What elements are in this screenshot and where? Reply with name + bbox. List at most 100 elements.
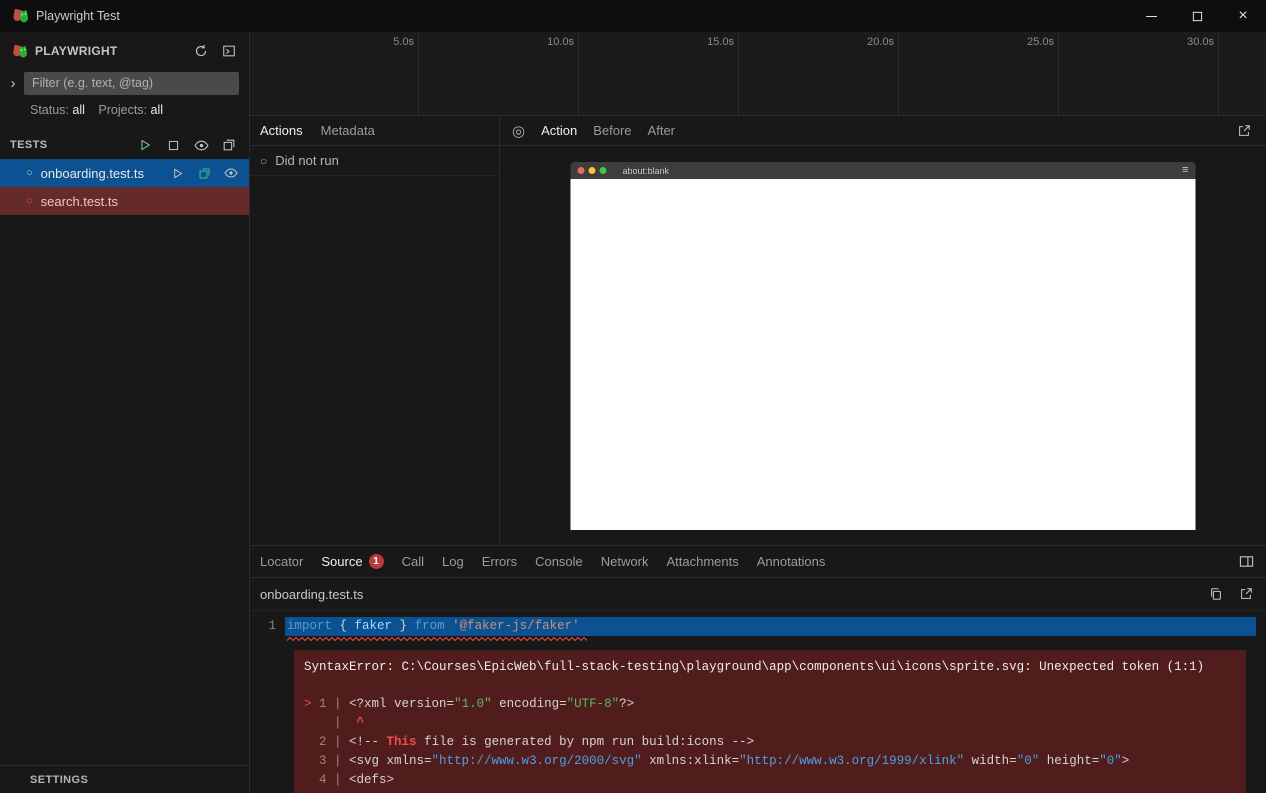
timeline-tick-label: 5.0s	[393, 36, 414, 48]
tab-metadata[interactable]: Metadata	[321, 123, 375, 138]
collapse-all-icon[interactable]	[219, 136, 239, 154]
tab-console[interactable]: Console	[535, 554, 583, 569]
trace-tab-bar: ◎ Action Before After	[500, 116, 1266, 146]
show-source-icon[interactable]	[194, 164, 214, 182]
timeline-segment[interactable]: 25.0s	[899, 32, 1059, 115]
close-icon: ×	[1238, 8, 1247, 24]
tests-section-header: TESTS	[0, 131, 249, 159]
minimize-button[interactable]	[1128, 0, 1174, 32]
test-row-actions	[167, 164, 241, 182]
timeline-tick-label: 20.0s	[867, 36, 894, 48]
tab-label: Errors	[482, 554, 517, 569]
test-row-search.test.ts[interactable]: ○search.test.ts	[0, 187, 249, 215]
error-squiggle-underline	[287, 637, 587, 642]
snapshot-area: about:blank ≡	[500, 146, 1266, 545]
reload-tests-icon[interactable]	[191, 42, 211, 60]
run-test-icon[interactable]	[167, 164, 187, 182]
open-in-editor-icon[interactable]	[1236, 585, 1256, 603]
main-area: 5.0s 10.0s 15.0s 20.0s 25.0s 30.0s Actions Met…	[250, 32, 1266, 793]
run-all-icon[interactable]	[135, 136, 155, 154]
source-error-badge: 1	[369, 554, 384, 569]
error-message: SyntaxError: C:\Courses\EpicWeb\full-sta…	[304, 658, 1236, 677]
tab-label: Locator	[260, 554, 303, 569]
sidebar: PLAYWRIGHT › Status: all Projects: all T…	[0, 32, 250, 793]
toggle-output-icon[interactable]	[219, 42, 239, 60]
filter-status-row: Status: all Projects: all	[0, 96, 249, 125]
playwright-logo-icon	[10, 7, 28, 25]
chevron-right-icon[interactable]: ›	[8, 75, 18, 92]
line-number: 1	[250, 617, 276, 636]
tab-source[interactable]: Source 1	[321, 554, 383, 569]
tab-call[interactable]: Call	[402, 554, 424, 569]
split-view-icon[interactable]	[1236, 553, 1256, 571]
status-circle-icon: ○	[260, 154, 267, 168]
status-value[interactable]: all	[72, 103, 85, 117]
source-view: 1 import { faker } from '@faker-js/faker…	[250, 611, 1266, 793]
error-frame-line: 2 | <!-- This file is generated by npm r…	[304, 733, 1236, 752]
hamburger-menu-icon: ≡	[1182, 165, 1188, 176]
source-file-name: onboarding.test.ts	[260, 587, 1196, 602]
timeline-segment[interactable]: 15.0s	[579, 32, 739, 115]
test-row-onboarding.test.ts[interactable]: ○onboarding.test.ts	[0, 159, 249, 187]
tab-label: Call	[402, 554, 424, 569]
tests-section-title: TESTS	[10, 139, 127, 151]
bottom-tabs: Locator Source 1 Call Log Errors Console Networ…	[260, 554, 825, 569]
close-button[interactable]: ×	[1220, 0, 1266, 32]
snapshot-browser-window: about:blank ≡	[571, 162, 1196, 530]
tab-label: Log	[442, 554, 464, 569]
timeline-segment[interactable]: 5.0s	[250, 32, 419, 115]
settings-section-header[interactable]: SETTINGS	[0, 765, 249, 793]
tab-actions[interactable]: Actions	[260, 123, 303, 138]
watch-all-eye-icon[interactable]	[191, 136, 211, 154]
test-name: onboarding.test.ts	[41, 166, 159, 181]
error-frame-line: | ^	[304, 714, 1236, 733]
test-name: search.test.ts	[41, 194, 241, 209]
timeline-segment[interactable]	[1219, 32, 1266, 115]
tab-log[interactable]: Log	[442, 554, 464, 569]
source-file-header: onboarding.test.ts	[250, 578, 1266, 611]
source-code-line: import { faker } from '@faker-js/faker'	[285, 617, 1256, 636]
tab-errors[interactable]: Errors	[482, 554, 517, 569]
timeline[interactable]: 5.0s 10.0s 15.0s 20.0s 25.0s 30.0s	[250, 32, 1266, 116]
timeline-segment[interactable]: 10.0s	[419, 32, 579, 115]
snapshot-page[interactable]	[571, 179, 1196, 530]
timeline-segment[interactable]: 30.0s	[1059, 32, 1219, 115]
tab-label: Source	[321, 554, 362, 569]
tab-label: Action	[541, 123, 577, 138]
tab-network[interactable]: Network	[601, 554, 649, 569]
snapshot-browser-chrome: about:blank ≡	[571, 162, 1196, 179]
timeline-tick-label: 15.0s	[707, 36, 734, 48]
maximize-button[interactable]	[1174, 0, 1220, 32]
tab-label: After	[648, 123, 675, 138]
copy-icon[interactable]	[1206, 585, 1226, 603]
filter-input[interactable]	[24, 72, 239, 95]
bottom-tab-bar: Locator Source 1 Call Log Errors Console Networ…	[250, 546, 1266, 578]
actions-panel: Actions Metadata ○ Did not run	[250, 116, 500, 545]
pick-locator-icon[interactable]: ◎	[512, 122, 525, 140]
tab-label: Annotations	[757, 554, 826, 569]
open-snapshot-external-icon[interactable]	[1234, 122, 1254, 140]
title-bar-left: Playwright Test	[0, 7, 1128, 25]
watch-test-eye-icon[interactable]	[221, 164, 241, 182]
tab-action[interactable]: Action	[541, 123, 577, 138]
stop-icon[interactable]	[163, 136, 183, 154]
tab-after[interactable]: After	[648, 123, 675, 138]
projects-value[interactable]: all	[151, 103, 164, 117]
did-not-run-row: ○ Did not run	[250, 146, 499, 176]
timeline-tick-label: 10.0s	[547, 36, 574, 48]
timeline-segment[interactable]: 20.0s	[739, 32, 899, 115]
sidebar-header: PLAYWRIGHT	[0, 36, 249, 66]
traffic-light-yellow-icon	[589, 167, 596, 174]
filter-row: ›	[0, 70, 249, 96]
settings-title: SETTINGS	[30, 774, 88, 786]
tab-label: Before	[593, 123, 631, 138]
tab-label: Metadata	[321, 123, 375, 138]
tab-before[interactable]: Before	[593, 123, 631, 138]
snapshot-url: about:blank	[623, 166, 1179, 176]
tab-locator[interactable]: Locator	[260, 554, 303, 569]
tab-annotations[interactable]: Annotations	[757, 554, 826, 569]
timeline-tick-label: 30.0s	[1187, 36, 1214, 48]
error-frame-line: 4 | <defs>	[304, 771, 1236, 790]
tab-attachments[interactable]: Attachments	[666, 554, 738, 569]
maximize-icon	[1192, 11, 1203, 22]
